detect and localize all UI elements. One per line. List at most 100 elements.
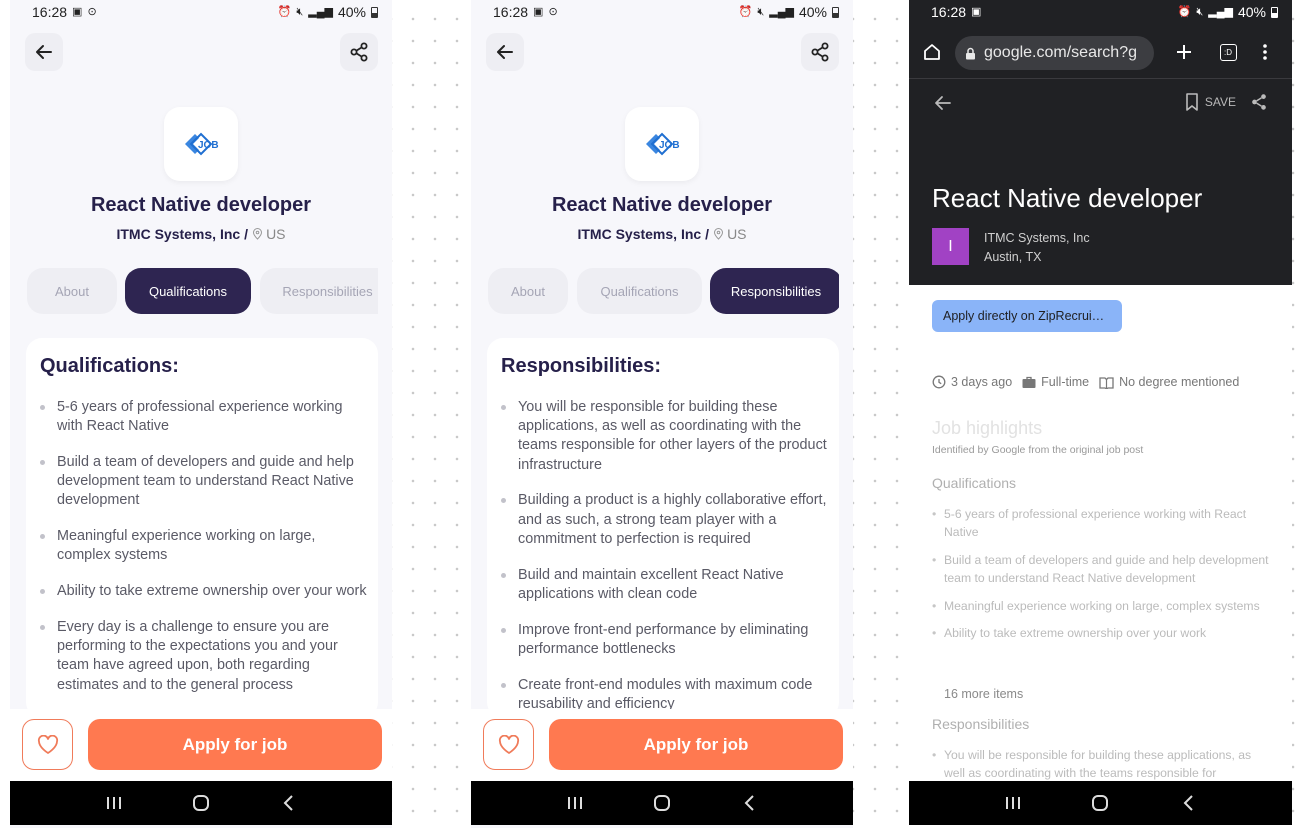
job-logo-icon: JOB (185, 132, 219, 156)
phone-screen-responsibilities: 16:28 ▣ ⊙ ⏰ 🔇︎ ▂▄▆ 40% JOB React Native … (471, 0, 853, 828)
more-items-link[interactable]: 16 more items (944, 687, 1023, 701)
home-button[interactable] (921, 42, 943, 62)
back-button[interactable] (486, 33, 524, 71)
signal-icon: ▂▄▆ (308, 6, 333, 18)
heart-icon (37, 734, 58, 754)
company-line: ITMC Systems, Inc / US (10, 226, 392, 242)
section-title: Qualifications: (40, 355, 179, 377)
clock-icon (932, 375, 946, 389)
bottom-action-bar: Apply for job (471, 709, 853, 781)
battery-icon (371, 6, 378, 18)
qualifications-list: 5-6 years of professional experience wor… (932, 505, 1272, 652)
url-text: google.com/search?g (984, 44, 1137, 61)
apply-button[interactable]: Apply for job (549, 719, 843, 770)
back-button[interactable] (934, 94, 952, 117)
list-item: Meaningful experience working on large, … (932, 597, 1272, 615)
mute-icon: 🔇︎ (296, 6, 304, 18)
share-button[interactable] (801, 33, 839, 71)
apply-ziprecruiter-button[interactable]: Apply directly on ZipRecrui… (932, 300, 1122, 332)
phone-screen-google-jobs: 16:28 ▣ ⏰ 🔇︎ ▂▄▆ 40% google.com/search?g (909, 0, 1292, 828)
favorite-button[interactable] (483, 719, 534, 770)
company-line: ITMC Systems, Inc / US (471, 226, 853, 242)
recents-button[interactable] (94, 788, 134, 818)
back-button[interactable] (25, 33, 63, 71)
chevron-left-icon (283, 795, 294, 811)
company-info: ITMC Systems, Inc Austin, TX (984, 229, 1090, 267)
status-bar: 16:28 ▣ ⏰ 🔇︎ ▂▄▆ 40% (909, 0, 1292, 24)
logo-text: JOB (659, 140, 680, 151)
favorite-button[interactable] (22, 719, 73, 770)
more-vertical-icon (1263, 44, 1267, 60)
lock-icon (966, 47, 975, 59)
list-item: Build a team of developers and guide and… (932, 551, 1272, 587)
tab-count: :D (1224, 47, 1232, 57)
apply-button[interactable]: Apply for job (88, 719, 382, 770)
list-item: Improve front-end performance by elimina… (501, 621, 829, 659)
employment-type-meta: Full-time (1022, 375, 1089, 389)
list-item: Ability to take extreme ownership over y… (40, 582, 368, 601)
system-back-button[interactable] (268, 788, 308, 818)
share-button[interactable] (340, 33, 378, 71)
section-title: Responsibilities: (501, 355, 662, 377)
arrow-left-icon (497, 45, 513, 59)
mute-icon: 🔇︎ (1196, 6, 1204, 18)
signal-icon: ▂▄▆ (1208, 6, 1233, 18)
tab-responsibilities[interactable]: Responsibilities (710, 268, 839, 314)
share-icon (811, 42, 829, 62)
toolbar-divider (909, 78, 1292, 79)
tab-bar: About Qualifications Responsibilities (27, 268, 378, 315)
tab-about[interactable]: About (488, 268, 568, 314)
new-tab-button[interactable] (1173, 42, 1195, 62)
arrow-left-icon (36, 45, 52, 59)
gallery-icon: ▣ (72, 6, 83, 18)
battery-icon (1271, 6, 1278, 18)
job-title: React Native developer (90, 194, 312, 216)
location: US (252, 226, 286, 242)
home-icon (924, 44, 940, 60)
separator: / (705, 226, 710, 242)
job-logo-icon: JOB (646, 132, 680, 156)
home-button[interactable] (642, 788, 682, 818)
recents-icon (106, 797, 121, 809)
menu-button[interactable] (1255, 42, 1275, 62)
location-pin-icon (253, 228, 263, 240)
recents-button[interactable] (993, 788, 1033, 818)
home-button[interactable] (1080, 788, 1120, 818)
alarm-icon: ⏰ (738, 6, 753, 18)
system-back-button[interactable] (729, 788, 769, 818)
tab-qualifications[interactable]: Qualifications (577, 268, 702, 314)
posted-text: 3 days ago (951, 375, 1013, 389)
location-pin-icon (714, 228, 724, 240)
recents-icon (1005, 797, 1020, 809)
alarm-icon: ⏰ (277, 6, 292, 18)
location-text: Austin, TX (984, 250, 1042, 264)
briefcase-icon (1022, 376, 1036, 388)
recents-button[interactable] (555, 788, 595, 818)
system-back-button[interactable] (1168, 788, 1208, 818)
save-button[interactable]: SAVE (1185, 93, 1236, 111)
book-icon (1099, 376, 1114, 389)
tab-switcher-button[interactable]: :D (1217, 42, 1239, 62)
company-logo: JOB (164, 107, 238, 181)
tab-about[interactable]: About (27, 268, 117, 314)
company-name: ITMC Systems, Inc (984, 231, 1090, 245)
home-button[interactable] (181, 788, 221, 818)
degree-text: No degree mentioned (1119, 375, 1240, 389)
tab-responsibilities[interactable]: Responsibilities (260, 268, 378, 314)
url-bar[interactable]: google.com/search?g (955, 36, 1154, 70)
qualifications-heading: Qualifications (932, 475, 1017, 491)
home-circle-icon (1092, 795, 1109, 811)
employment-type-text: Full-time (1041, 375, 1090, 389)
status-bar: 16:28 ▣ ⊙ ⏰ 🔇︎ ▂▄▆ 40% (471, 0, 853, 24)
gallery-icon: ▣ (971, 6, 982, 18)
tabs-icon: :D (1219, 43, 1237, 61)
tab-qualifications[interactable]: Qualifications (125, 268, 251, 314)
company-name: ITMC Systems, Inc (116, 226, 241, 242)
arrow-left-icon (935, 96, 951, 110)
alarm-icon: ⏰ (1177, 6, 1192, 18)
mute-icon: 🔇︎ (757, 6, 765, 18)
job-title: React Native developer (932, 183, 1203, 213)
save-label: SAVE (1204, 95, 1236, 109)
highlights-subtitle: Identified by Google from the original j… (932, 444, 1144, 456)
share-button[interactable] (1250, 93, 1268, 116)
